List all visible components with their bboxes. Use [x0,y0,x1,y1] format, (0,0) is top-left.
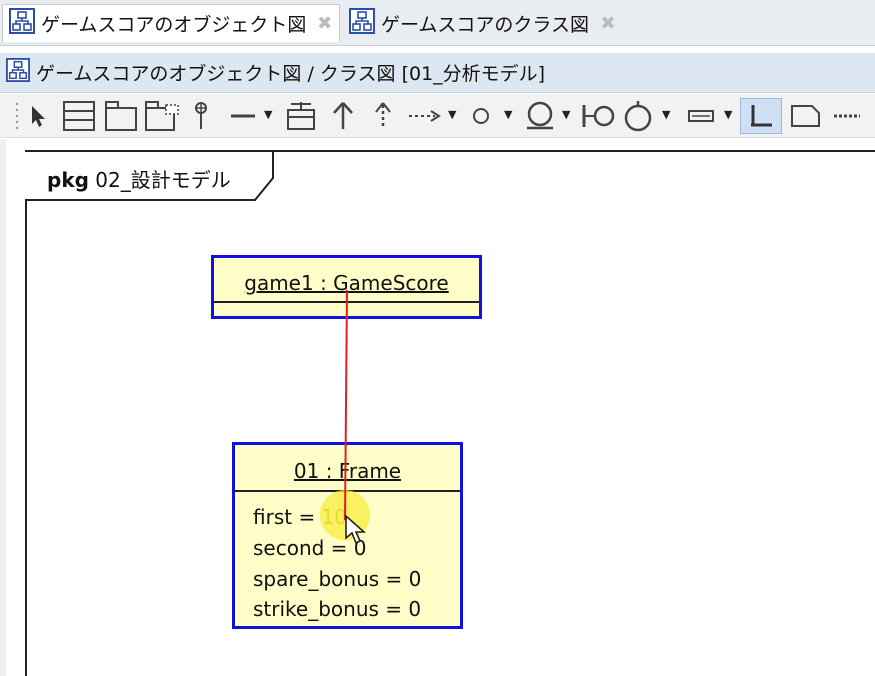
pin-tool-icon[interactable] [190,98,212,134]
compartment-divider [214,301,479,303]
note-tool-icon[interactable] [788,98,824,134]
link-tool-icon[interactable] [740,98,782,134]
component-tool-icon[interactable] [522,98,558,134]
select-tool-icon[interactable] [26,98,50,134]
attribute-strike-bonus[interactable]: strike_bonus = 0 [253,597,421,621]
close-icon[interactable]: ✖ [599,13,617,34]
close-icon[interactable]: ✖ [316,13,333,34]
object-game1[interactable]: game1 : GameScore [211,255,482,319]
generalization-tool-icon[interactable] [328,98,358,134]
tab-bar: ゲームスコアのオブジェクト図 ✖ ゲームスコアのクラス図 ✖ [0,0,875,46]
diagram-title: ゲームスコアのオブジェクト図 / クラス図 [01_分析モデル] [36,63,546,85]
diagram-toolbar: ▼ ▼ ▼ ▼ ▼ ▼ [0,94,875,138]
dependency-tool-icon[interactable] [406,98,442,134]
chevron-down-icon[interactable]: ▼ [264,108,272,121]
realization-tool-icon[interactable] [368,98,398,134]
chevron-down-icon[interactable]: ▼ [448,108,456,121]
tab-label: ゲームスコアのオブジェクト図 [41,14,307,36]
package-template-tool-icon[interactable] [144,98,180,134]
chevron-down-icon[interactable]: ▼ [504,108,512,121]
attribute-spare-bonus[interactable]: spare_bonus = 0 [253,567,421,591]
canvas-margin [0,139,6,676]
package-label: pkg 02_設計モデル [47,164,231,193]
tab-object-diagram[interactable]: ゲームスコアのオブジェクト図 ✖ [2,4,340,42]
mouse-cursor-icon [345,514,367,545]
dashed-line-tool-icon[interactable] [830,98,864,134]
diagram-icon [9,8,35,39]
chevron-down-icon[interactable]: ▼ [562,108,570,121]
diagram-icon [6,58,30,87]
chevron-down-icon[interactable]: ▼ [724,108,732,121]
note-rect-tool-icon[interactable] [684,98,718,134]
association-class-tool-icon[interactable] [284,98,318,134]
object-title: game1 : GameScore [244,271,449,295]
node-tool-icon[interactable] [468,98,494,134]
chevron-down-icon[interactable]: ▼ [662,108,670,121]
class-tool-icon[interactable] [62,98,96,134]
tab-label: ゲームスコアのクラス図 [381,13,590,36]
tab-class-diagram[interactable]: ゲームスコアのクラス図 ✖ [343,4,626,42]
association-tool-icon[interactable] [228,98,258,134]
interface-tool-icon[interactable] [580,98,618,134]
package-name: 02_設計モデル [95,168,231,192]
package-tool-icon[interactable] [104,98,138,134]
object-title: 01 : Frame [293,459,402,483]
usage-tool-icon[interactable] [620,98,656,134]
package-keyword: pkg [47,168,89,192]
diagram-title-bar: ゲームスコアのオブジェクト図 / クラス図 [01_分析モデル] [0,53,875,93]
toolbar-grip[interactable] [10,98,24,134]
diagram-icon [349,7,375,39]
